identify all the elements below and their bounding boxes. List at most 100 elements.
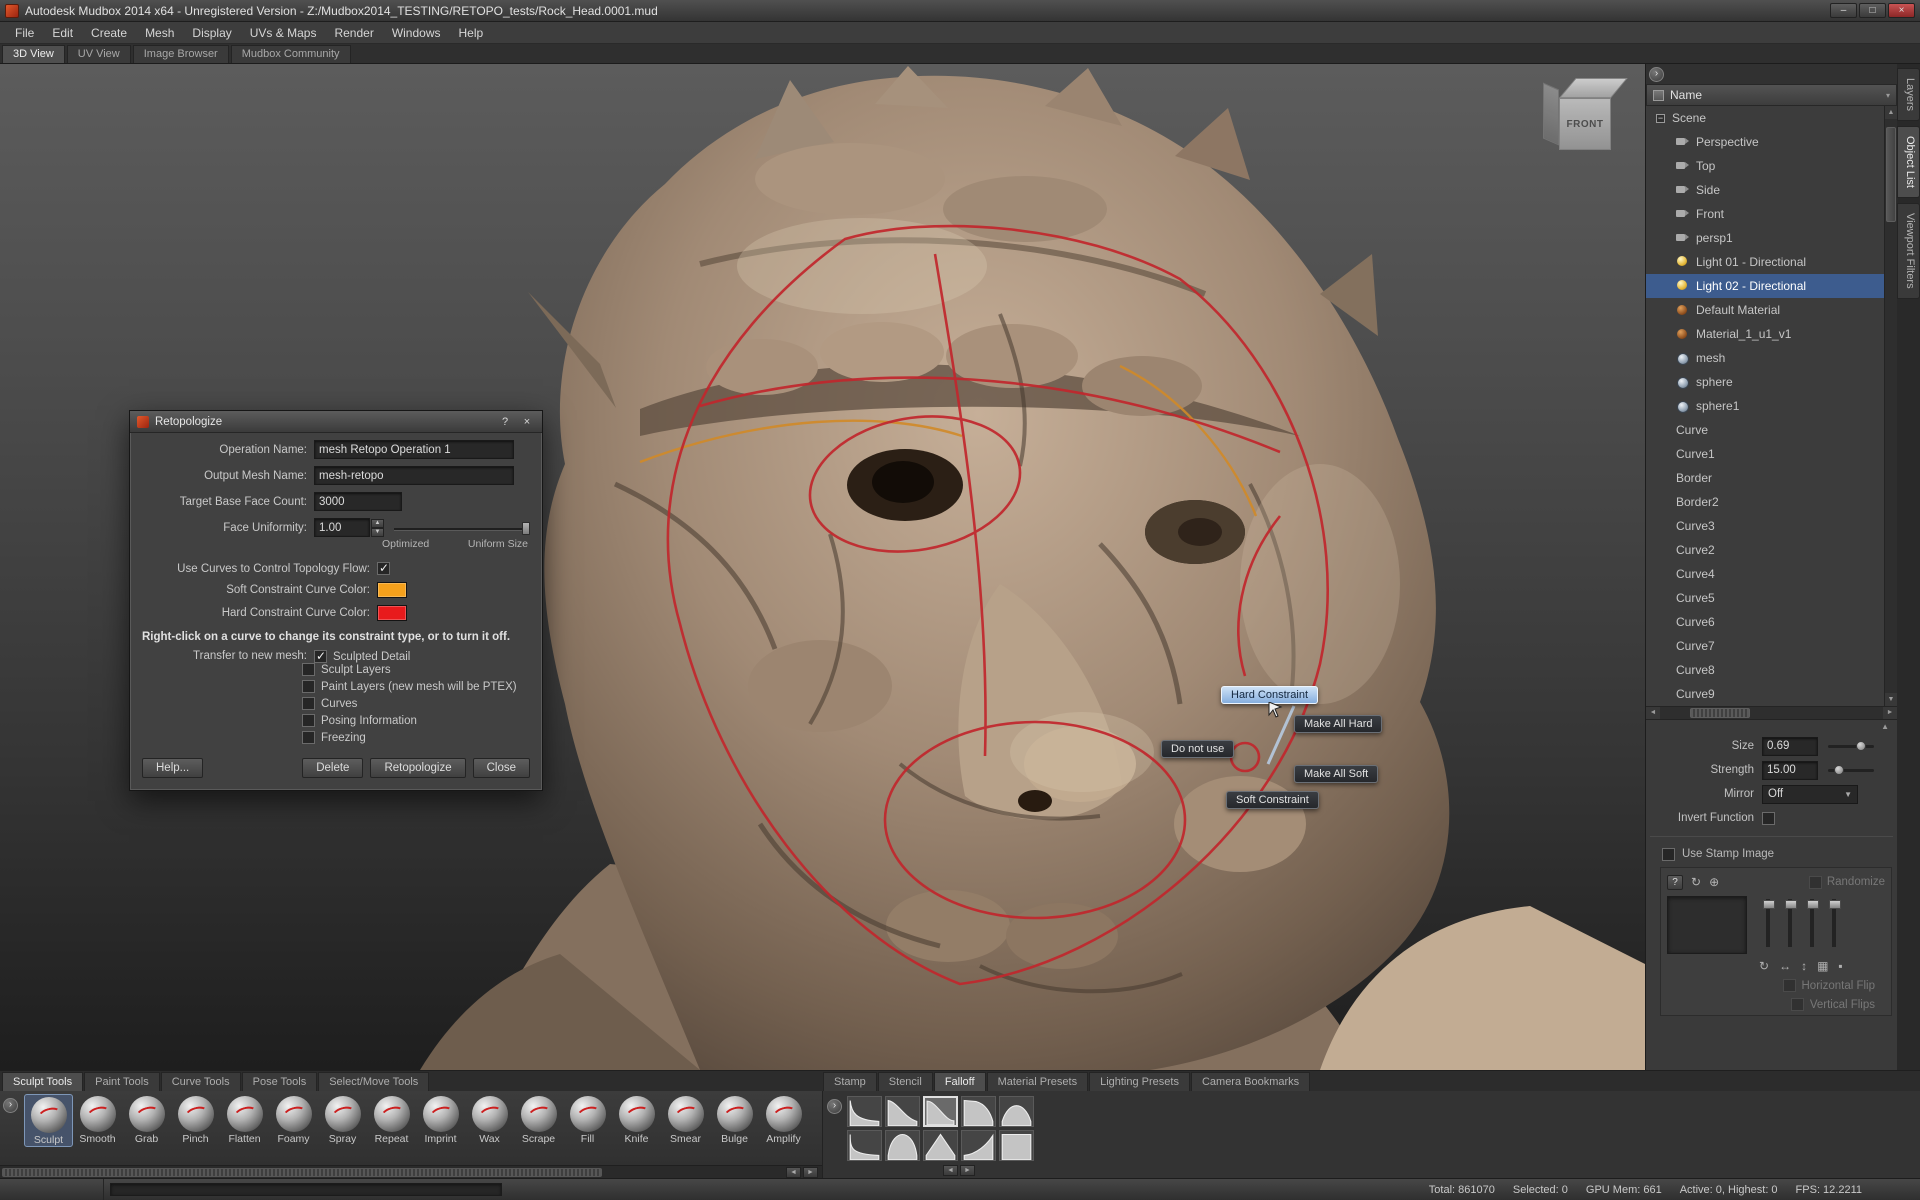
- object-row-curve6[interactable]: Curve6: [1646, 610, 1884, 634]
- object-row-curve7[interactable]: Curve7: [1646, 634, 1884, 658]
- stamp-help-button[interactable]: ?: [1667, 875, 1683, 890]
- scroll-left-icon[interactable]: ◄: [1646, 707, 1660, 719]
- side-tab-object-list[interactable]: Object List: [1897, 126, 1920, 198]
- tray-expand-button[interactable]: ›: [3, 1098, 18, 1113]
- menu-windows[interactable]: Windows: [383, 23, 450, 43]
- object-row-top[interactable]: Top: [1646, 154, 1884, 178]
- menu-display[interactable]: Display: [183, 23, 240, 43]
- close-button[interactable]: ×: [1888, 3, 1915, 18]
- tray-tab-pose-tools[interactable]: Pose Tools: [242, 1072, 318, 1091]
- tray-tab-stamp[interactable]: Stamp: [823, 1072, 877, 1091]
- tray-tab-camera-bookmarks[interactable]: Camera Bookmarks: [1191, 1072, 1310, 1091]
- tool-pinch[interactable]: Pinch: [171, 1094, 220, 1147]
- menu-help[interactable]: Help: [450, 23, 493, 43]
- tool-imprint[interactable]: Imprint: [416, 1094, 465, 1147]
- tray-tab-curve-tools[interactable]: Curve Tools: [161, 1072, 241, 1091]
- horizontal-flip-checkbox[interactable]: [1783, 979, 1796, 992]
- scroll-right-icon[interactable]: ►: [803, 1167, 818, 1178]
- scroll-thumb[interactable]: [1886, 127, 1896, 222]
- swatch-icon[interactable]: ▪: [1838, 959, 1842, 973]
- retopologize-button[interactable]: Retopologize: [370, 758, 465, 778]
- soft-constraint-color-swatch[interactable]: [377, 582, 407, 598]
- minimize-button[interactable]: –: [1830, 3, 1857, 18]
- object-row-curve4[interactable]: Curve4: [1646, 562, 1884, 586]
- transfer-checkbox-sculpt-layers[interactable]: [302, 663, 315, 676]
- object-row-light-02-directional[interactable]: Light 02 - Directional: [1646, 274, 1884, 298]
- tool-sculpt[interactable]: Sculpt: [24, 1094, 73, 1147]
- tool-knife[interactable]: Knife: [612, 1094, 661, 1147]
- view-cube-top-face[interactable]: [1559, 78, 1628, 98]
- object-row-sphere[interactable]: sphere: [1646, 370, 1884, 394]
- size-input[interactable]: [1762, 737, 1818, 756]
- mirror-dropdown[interactable]: Off ▼: [1762, 785, 1858, 804]
- output-mesh-name-input[interactable]: [314, 466, 514, 485]
- object-row-curve9[interactable]: Curve9: [1646, 682, 1884, 706]
- delete-button[interactable]: Delete: [302, 758, 363, 778]
- strength-slider[interactable]: [1828, 769, 1874, 772]
- tool-smooth[interactable]: Smooth: [73, 1094, 122, 1147]
- falloff-preset-3[interactable]: [923, 1096, 958, 1127]
- tool-flatten[interactable]: Flatten: [220, 1094, 269, 1147]
- side-tab-viewport-filters[interactable]: Viewport Filters: [1897, 203, 1920, 299]
- view-tab-image-browser[interactable]: Image Browser: [133, 45, 229, 63]
- dialog-title-bar[interactable]: Retopologize ? ×: [130, 411, 542, 433]
- context-item-soft-constraint[interactable]: Soft Constraint: [1226, 791, 1319, 809]
- stamp-slider[interactable]: [1788, 899, 1792, 947]
- tool-scrape[interactable]: Scrape: [514, 1094, 563, 1147]
- object-row-side[interactable]: Side: [1646, 178, 1884, 202]
- dialog-help-icon[interactable]: ?: [497, 416, 513, 428]
- slider-knob[interactable]: [1856, 741, 1866, 751]
- size-slider[interactable]: [1828, 745, 1874, 748]
- dialog-close-icon[interactable]: ×: [519, 416, 535, 428]
- use-stamp-image-checkbox[interactable]: [1662, 848, 1675, 861]
- scroll-left-icon[interactable]: ◄: [943, 1165, 958, 1176]
- object-row-curve[interactable]: Curve: [1646, 418, 1884, 442]
- tile-icon[interactable]: ▦: [1817, 959, 1828, 973]
- face-uniformity-stepper[interactable]: ▲▼: [371, 519, 384, 537]
- scroll-track[interactable]: [1885, 119, 1897, 693]
- object-row-border2[interactable]: Border2: [1646, 490, 1884, 514]
- menu-file[interactable]: File: [6, 23, 43, 43]
- falloff-preset-6[interactable]: [847, 1130, 882, 1161]
- tool-smear[interactable]: Smear: [661, 1094, 710, 1147]
- stamp-slider[interactable]: [1832, 899, 1836, 947]
- object-row-curve8[interactable]: Curve8: [1646, 658, 1884, 682]
- object-row-perspective[interactable]: Perspective: [1646, 130, 1884, 154]
- scroll-right-icon[interactable]: ►: [960, 1165, 975, 1176]
- sort-indicator-icon[interactable]: ▾: [1886, 91, 1890, 100]
- tray-expand-button[interactable]: ›: [827, 1099, 842, 1114]
- scroll-up-icon[interactable]: ▲: [1885, 106, 1897, 119]
- tool-wax[interactable]: Wax: [465, 1094, 514, 1147]
- transfer-checkbox-curves[interactable]: [302, 697, 315, 710]
- falloff-preset-10[interactable]: [999, 1130, 1034, 1161]
- object-row-persp1[interactable]: persp1: [1646, 226, 1884, 250]
- tools-scrollbar[interactable]: ◄ ►: [0, 1165, 822, 1178]
- tray-tab-stencil[interactable]: Stencil: [878, 1072, 933, 1091]
- object-list-header[interactable]: Name ▾: [1646, 84, 1897, 106]
- tool-fill[interactable]: Fill: [563, 1094, 612, 1147]
- help-button[interactable]: Help...: [142, 758, 203, 778]
- scroll-right-icon[interactable]: ►: [1883, 707, 1897, 719]
- transfer-checkbox-paint-layers-new-mesh-will-be-ptex[interactable]: [302, 680, 315, 693]
- operation-name-input[interactable]: [314, 440, 514, 459]
- object-row-curve1[interactable]: Curve1: [1646, 442, 1884, 466]
- tray-tab-sculpt-tools[interactable]: Sculpt Tools: [2, 1072, 83, 1091]
- view-tab-mudbox-community[interactable]: Mudbox Community: [231, 45, 351, 63]
- context-item-make-all-soft[interactable]: Make All Soft: [1294, 765, 1378, 783]
- context-item-make-all-hard[interactable]: Make All Hard: [1294, 715, 1382, 733]
- object-row-front[interactable]: Front: [1646, 202, 1884, 226]
- object-row-default-material[interactable]: Default Material: [1646, 298, 1884, 322]
- view-tab-uv-view[interactable]: UV View: [67, 45, 131, 63]
- object-row-border[interactable]: Border: [1646, 466, 1884, 490]
- falloff-preset-8[interactable]: [923, 1130, 958, 1161]
- slider-knob[interactable]: [1834, 765, 1844, 775]
- hard-constraint-color-swatch[interactable]: [377, 605, 407, 621]
- target-face-count-input[interactable]: [314, 492, 402, 511]
- expander-icon[interactable]: −: [1656, 114, 1665, 123]
- view-tab-3d-view[interactable]: 3D View: [2, 45, 65, 63]
- scroll-thumb[interactable]: [1690, 708, 1750, 718]
- move-icon[interactable]: ⊕: [1709, 875, 1719, 889]
- flip-horizontal-icon[interactable]: ↔: [1779, 959, 1791, 973]
- menu-edit[interactable]: Edit: [43, 23, 82, 43]
- tool-foamy[interactable]: Foamy: [269, 1094, 318, 1147]
